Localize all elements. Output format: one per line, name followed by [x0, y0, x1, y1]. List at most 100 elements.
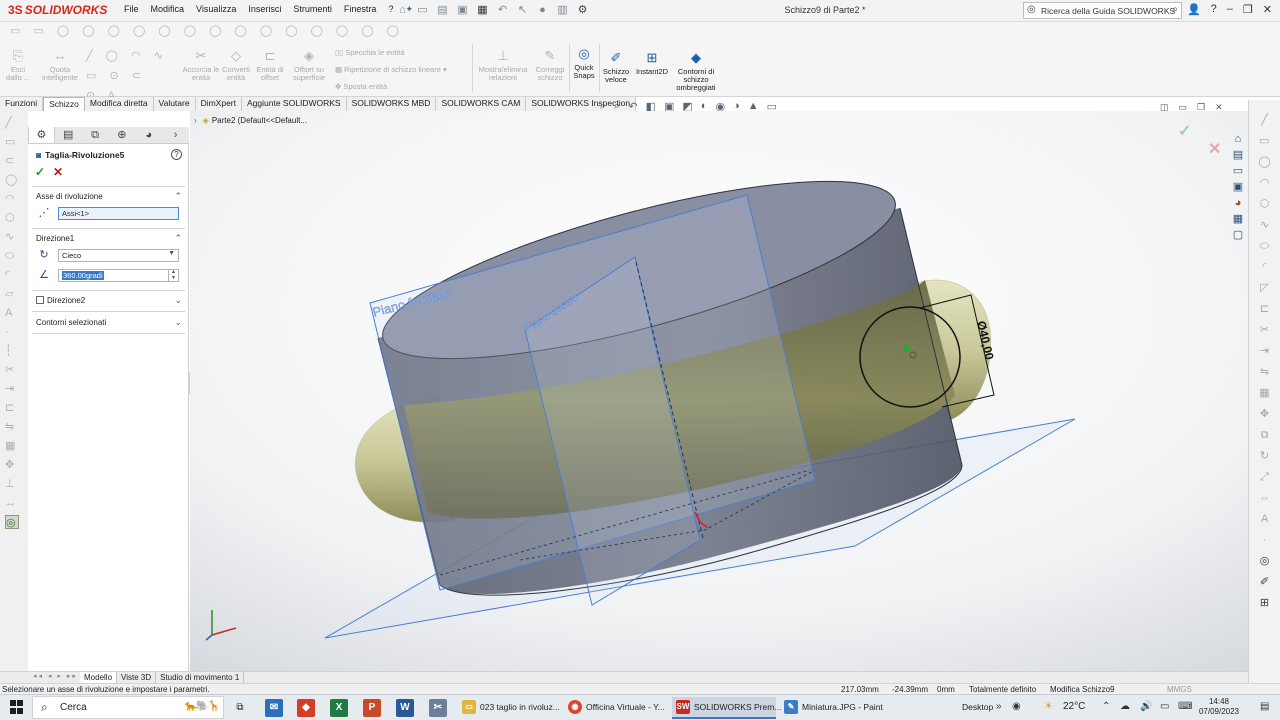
save-icon[interactable]: ▣ — [456, 3, 469, 17]
rt-snaps-icon[interactable]: ◎ — [1258, 554, 1272, 568]
property-manager-tab-icon[interactable]: ▤ — [55, 127, 82, 143]
help-search-input[interactable]: ◎ Ricerca della Guida SOLIDWORKS ⌕ — [1023, 2, 1182, 19]
rt-mirror-icon[interactable]: ⇋ — [1258, 365, 1272, 379]
rt-rapid-sketch-icon[interactable]: ✐ — [1258, 575, 1272, 589]
dimension-tool-icon[interactable]: ↔ — [5, 496, 19, 510]
snipping-tool-icon[interactable]: ✂ — [429, 699, 447, 717]
minimize-icon[interactable]: – — [1227, 3, 1233, 16]
rebuild-icon[interactable]: ● — [536, 3, 549, 17]
collapse-chevron-icon[interactable]: ⌃ — [174, 191, 182, 202]
pattern-tool-icon[interactable]: ▦ — [5, 439, 19, 453]
trim-tool-icon[interactable]: ✂ — [5, 363, 19, 377]
volume-icon[interactable]: 🔊 — [1140, 701, 1152, 712]
home-icon[interactable]: ⌂ — [396, 3, 409, 17]
quick-snaps-button[interactable]: ◎ Quick Snaps — [570, 46, 598, 80]
more-tabs-icon[interactable]: › — [162, 127, 189, 143]
clock[interactable]: 14:48 07/09/2023 — [1196, 697, 1242, 717]
file-explorer-icon[interactable]: ▭ — [1230, 163, 1246, 179]
taskbar-app-solidworks[interactable]: SW SOLIDWORKS Prem... — [672, 697, 781, 719]
rt-pattern-icon[interactable]: ▦ — [1258, 386, 1272, 400]
feature-tree-flyout[interactable]: › ◈ Parte2 (Default<<Default... — [194, 116, 307, 125]
rt-fillet-icon[interactable]: ◜ — [1258, 260, 1272, 274]
powerpoint-icon[interactable]: P — [363, 699, 381, 717]
shaded-sketch-contours-button[interactable]: ◆ Contorni di schizzo ombreggiati — [673, 50, 719, 92]
direction2-section-header[interactable]: Direzione2 — [47, 296, 85, 305]
tab-dimxpert[interactable]: DimXpert — [195, 97, 243, 111]
expand-arrow-icon[interactable]: › — [194, 116, 197, 125]
instant2d-button[interactable]: ⊞ Instant2D — [633, 50, 671, 76]
rt-text-icon[interactable]: A — [1258, 512, 1272, 526]
tab-schizzo[interactable]: Schizzo — [43, 97, 85, 111]
view-palette-icon[interactable]: ▣ — [1230, 179, 1246, 195]
rt-move-icon[interactable]: ✥ — [1258, 407, 1272, 421]
centerline-tool-icon[interactable]: ┆ — [5, 344, 19, 358]
tab-studio-movimento[interactable]: Studio di movimento 1 — [156, 672, 245, 683]
menu-strumenti[interactable]: Strumenti — [287, 4, 338, 15]
rt-copy-icon[interactable]: ⧉ — [1258, 428, 1272, 442]
expand-chevron-icon[interactable]: ⌄ — [174, 295, 182, 306]
trim-entities-button[interactable]: ✂ Accorcia le entità — [182, 48, 220, 82]
line-tool-icon[interactable]: ╱ — [5, 116, 19, 130]
angle-input[interactable]: 360.00gradi ▲ ▼ — [58, 269, 179, 282]
maximize-icon[interactable]: ❐ — [1243, 3, 1253, 16]
offset-entities-button[interactable]: ⊏ Entità di offset — [254, 48, 286, 82]
angle-spinner[interactable]: ▲ ▼ — [168, 269, 178, 282]
axis-selection-field[interactable]: Assi<1> — [58, 207, 179, 220]
tab-viste-3d[interactable]: Viste 3D — [117, 672, 157, 683]
rectangle-tool-icon[interactable]: ▭ — [5, 135, 19, 149]
tab-modello[interactable]: Modello — [80, 672, 118, 683]
display-manager-tab-icon[interactable]: ◕ — [135, 127, 162, 143]
rt-stretch-icon[interactable]: ⇔ — [1258, 491, 1272, 505]
appearances-icon[interactable]: ◕ — [1230, 195, 1246, 211]
keyboard-icon[interactable]: ⌨ — [1178, 701, 1192, 712]
extend-tool-icon[interactable]: ⇥ — [5, 382, 19, 396]
rt-trim-icon[interactable]: ✂ — [1258, 323, 1272, 337]
file-properties-icon[interactable]: ▥ — [556, 3, 569, 17]
text-tool-icon[interactable]: A — [5, 306, 19, 320]
rt-line-icon[interactable]: ╱ — [1258, 113, 1272, 127]
display-relations-button[interactable]: ⊥ Mostra/elimina relazioni — [475, 48, 531, 82]
ok-button[interactable]: ✓ — [35, 165, 45, 179]
fillet-tool-icon[interactable]: ◜ — [5, 268, 19, 282]
rt-chamfer-icon[interactable]: ◸ — [1258, 281, 1272, 295]
tab-mbd[interactable]: SOLIDWORKS MBD — [346, 97, 437, 111]
offset-tool-icon[interactable]: ⊏ — [5, 401, 19, 415]
taskbar-app-chrome[interactable]: ◉ Officina Virtuale - Y... — [564, 697, 666, 719]
rt-offset-icon[interactable]: ⊏ — [1258, 302, 1272, 316]
search-scope-icon[interactable]: ◎ — [1027, 4, 1036, 15]
revolve-cut-tool-icon[interactable]: ◎ — [5, 515, 19, 529]
confirm-corner-cancel-icon[interactable]: ✕ — [1208, 139, 1221, 159]
tab-cam[interactable]: SOLIDWORKS CAM — [436, 97, 527, 111]
open-icon[interactable]: ▤ — [436, 3, 449, 17]
excel-icon[interactable]: X — [330, 699, 348, 717]
forum-icon[interactable]: ▢ — [1230, 227, 1246, 243]
rt-instant2d-icon[interactable]: ⊞ — [1258, 596, 1272, 610]
select-icon[interactable]: ↖ — [516, 3, 529, 17]
circle-tool-icon[interactable]: ◯ — [5, 173, 19, 187]
menu-visualizza[interactable]: Visualizza — [190, 4, 242, 15]
polygon-tool-icon[interactable]: ⬡ — [5, 211, 19, 225]
mirror-entities-button[interactable]: ▯▯ Specchia le entità — [335, 48, 405, 57]
rt-point-icon[interactable]: · — [1258, 533, 1272, 547]
windows-start-icon[interactable] — [10, 700, 24, 714]
solidworks-logo[interactable]: 3S SOLIDWORKS — [8, 3, 107, 17]
undo-icon[interactable]: ↶ — [496, 3, 509, 17]
new-icon[interactable]: ▭ — [416, 3, 429, 17]
tab-valutare[interactable]: Valutare — [153, 97, 196, 111]
taskbar-search[interactable]: ⌕ Cerca 🐆🐘🦒 — [32, 696, 224, 719]
menu-inserisci[interactable]: Inserisci — [242, 4, 287, 15]
rt-spline-icon[interactable]: ∿ — [1258, 218, 1272, 232]
plane-tool-icon[interactable]: ▱ — [5, 287, 19, 301]
help-icon[interactable]: ? — [1211, 3, 1217, 16]
rt-rect-icon[interactable]: ▭ — [1258, 134, 1272, 148]
configuration-manager-tab-icon[interactable]: ⧉ — [82, 127, 109, 143]
onedrive-icon[interactable]: ☁ — [1120, 701, 1130, 712]
rt-arc-icon[interactable]: ◠ — [1258, 176, 1272, 190]
rt-circle-icon[interactable]: ◯ — [1258, 155, 1272, 169]
selected-contours-section-header[interactable]: Contorni selezionati — [36, 318, 106, 327]
exit-sketch-button[interactable]: ⎘ Esci dallo ... — [2, 48, 34, 82]
slot-tool-icon[interactable]: ⊂ — [5, 154, 19, 168]
relations-tool-icon[interactable]: ⊥ — [5, 477, 19, 491]
ellipse-tool-icon[interactable]: ⬭ — [5, 249, 19, 263]
tab-aggiunte[interactable]: Aggiunte SOLIDWORKS — [242, 97, 347, 111]
